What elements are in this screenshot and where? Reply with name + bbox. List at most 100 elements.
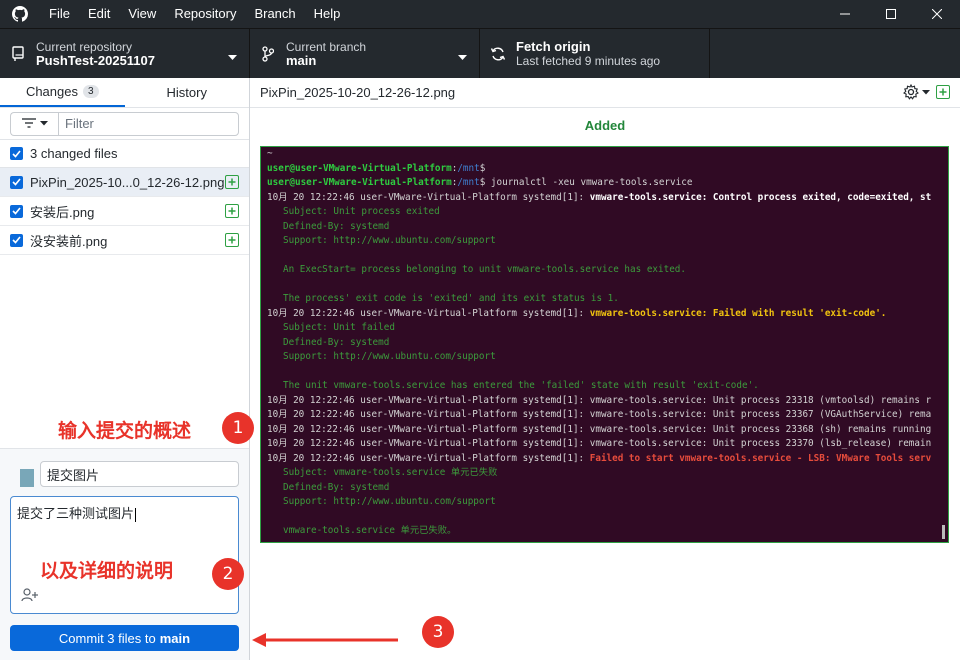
diff-header: PixPin_2025-10-20_12-26-12.png <box>250 78 960 108</box>
terminal-line: 10月 20 12:22:46 user-VMware-Virtual-Plat… <box>267 307 887 319</box>
terminal-line: Support: http://www.ubuntu.com/support <box>283 496 496 507</box>
add-coauthor-icon[interactable] <box>21 588 39 605</box>
checkbox-checked-icon[interactable] <box>10 204 23 218</box>
checkbox-checked-icon[interactable] <box>10 147 23 160</box>
checkbox-checked-icon[interactable] <box>10 233 23 247</box>
terminal-line: Defined-By: systemd <box>283 220 390 232</box>
filter-icon <box>21 116 36 131</box>
tab-changes-label: Changes <box>25 84 78 99</box>
file-added-icon <box>936 85 950 99</box>
annotation-number-2: 2 <box>212 558 244 590</box>
file-added-icon <box>225 233 239 250</box>
github-logo-icon <box>0 0 40 28</box>
fetch-origin-button[interactable]: Fetch origin Last fetched 9 minutes ago <box>480 29 710 78</box>
terminal-line: 10月 20 12:22:46 user-VMware-Virtual-Plat… <box>267 452 932 464</box>
checkbox-checked-icon[interactable] <box>10 175 23 189</box>
close-icon[interactable] <box>914 0 960 28</box>
annotation-summary-text: 输入提交的概述 <box>58 420 192 442</box>
menu-branch[interactable]: Branch <box>245 0 304 28</box>
gear-icon[interactable] <box>903 84 930 100</box>
terminal-line: Defined-By: systemd <box>283 336 390 348</box>
commit-button[interactable]: Commit 3 files to main <box>10 625 239 651</box>
terminal-line: 10月 20 12:22:46 user-VMware-Virtual-Plat… <box>267 438 932 449</box>
terminal-line: An ExecStart= process belonging to unit … <box>283 264 686 275</box>
chevron-down-icon <box>39 121 48 126</box>
terminal-line: vmware-tools.service 单元已失败。 <box>283 525 457 536</box>
terminal-line: Support: http://www.ubuntu.com/support <box>283 351 496 362</box>
annotation-number-1: 1 <box>222 412 254 444</box>
fetch-subtitle: Last fetched 9 minutes ago <box>516 53 661 68</box>
terminal-line: Subject: vmware-tools.service 单元已失败 <box>283 467 498 478</box>
terminal-line: Defined-By: systemd <box>283 481 390 493</box>
menu-help[interactable]: Help <box>305 0 350 28</box>
title-bar: File Edit View Repository Branch Help <box>0 0 960 28</box>
chevron-down-icon <box>458 49 467 64</box>
file-row[interactable]: 安装后.png <box>0 197 249 226</box>
select-all-row[interactable]: 3 changed files <box>0 140 249 168</box>
annotation-number-3: 3 <box>422 616 454 648</box>
terminal-line: The process' exit code is 'exited' and i… <box>283 293 619 304</box>
commit-button-branch: main <box>159 630 191 646</box>
menu-repository[interactable]: Repository <box>165 0 245 28</box>
annotation-arrow-icon <box>252 633 398 647</box>
changed-files-label: 3 changed files <box>30 146 118 161</box>
terminal-line: Subject: Unit failed <box>283 322 395 333</box>
filter-options-button[interactable] <box>10 111 58 136</box>
file-added-icon <box>225 175 239 192</box>
filter-input[interactable]: Filter <box>58 111 239 136</box>
annotation-description-text: 以及详细的说明 <box>40 560 174 582</box>
file-row[interactable]: PixPin_2025-10...0_12-26-12.png <box>0 168 249 197</box>
commit-button-label: Commit 3 files to <box>58 630 156 646</box>
repo-icon <box>0 45 36 62</box>
terminal-line: Support: http://www.ubuntu.com/support <box>283 235 496 246</box>
window-controls <box>822 0 960 28</box>
terminal-line: 10月 20 12:22:46 user-VMware-Virtual-Plat… <box>267 409 932 420</box>
text-cursor <box>135 507 137 522</box>
changes-count-badge: 3 <box>82 85 99 98</box>
commit-summary-input[interactable]: 提交图片 <box>40 461 239 487</box>
minimize-icon[interactable] <box>822 0 868 28</box>
file-name: 没安装前.png <box>30 233 108 249</box>
branch-name: main <box>286 52 317 68</box>
terminal-line: 10月 20 12:22:46 user-VMware-Virtual-Plat… <box>267 423 932 435</box>
toolbar: Current repository PushTest-20251107 Cur… <box>0 28 960 78</box>
terminal-line: ~ <box>267 148 273 159</box>
filter-row: Filter <box>0 108 249 140</box>
menu-view[interactable]: View <box>119 0 165 28</box>
fetch-title: Fetch origin <box>516 38 591 54</box>
terminal-line: The unit vmware-tools.service has entere… <box>283 380 759 391</box>
menu-bar: File Edit View Repository Branch Help <box>40 0 349 28</box>
terminal-line: 10月 20 12:22:46 user-VMware-Virtual-Plat… <box>267 394 932 406</box>
branch-icon <box>250 45 286 62</box>
terminal-line: user@user-VMware-Virtual-Platform:/mnt$ … <box>267 177 693 188</box>
commit-panel: 提交图片 提交了三种测试图片 Commit 3 files to main <box>0 448 249 660</box>
avatar <box>20 469 34 487</box>
repo-name: PushTest-20251107 <box>36 52 155 68</box>
terminal-line: user@user-VMware-Virtual-Platform:/mnt$ <box>267 162 486 174</box>
branch-label: Current branch <box>286 39 367 54</box>
tab-changes[interactable]: Changes 3 <box>0 78 125 107</box>
tab-history[interactable]: History <box>125 78 250 107</box>
sidebar-tabs: Changes 3 History <box>0 78 249 108</box>
diff-status-label: Added <box>584 118 626 133</box>
image-preview: ~ user@user-VMware-Virtual-Platform:/mnt$… <box>260 146 949 543</box>
repo-label: Current repository <box>36 39 133 54</box>
terminal-scrollbar <box>942 525 945 539</box>
menu-file[interactable]: File <box>40 0 79 28</box>
diff-filename: PixPin_2025-10-20_12-26-12.png <box>260 85 456 100</box>
menu-edit[interactable]: Edit <box>79 0 119 28</box>
terminal-line: 10月 20 12:22:46 user-VMware-Virtual-Plat… <box>267 191 932 203</box>
current-repository-button[interactable]: Current repository PushTest-20251107 <box>0 29 250 78</box>
chevron-down-icon <box>228 49 237 64</box>
file-row[interactable]: 没安装前.png <box>0 226 249 255</box>
current-branch-button[interactable]: Current branch main <box>250 29 480 78</box>
commit-description-text: 提交了三种测试图片 <box>17 506 135 521</box>
commit-description-input[interactable]: 提交了三种测试图片 <box>10 496 239 614</box>
file-name: 安装后.png <box>30 204 95 220</box>
terminal-line: Subject: Unit process exited <box>283 206 440 217</box>
maximize-icon[interactable] <box>868 0 914 28</box>
